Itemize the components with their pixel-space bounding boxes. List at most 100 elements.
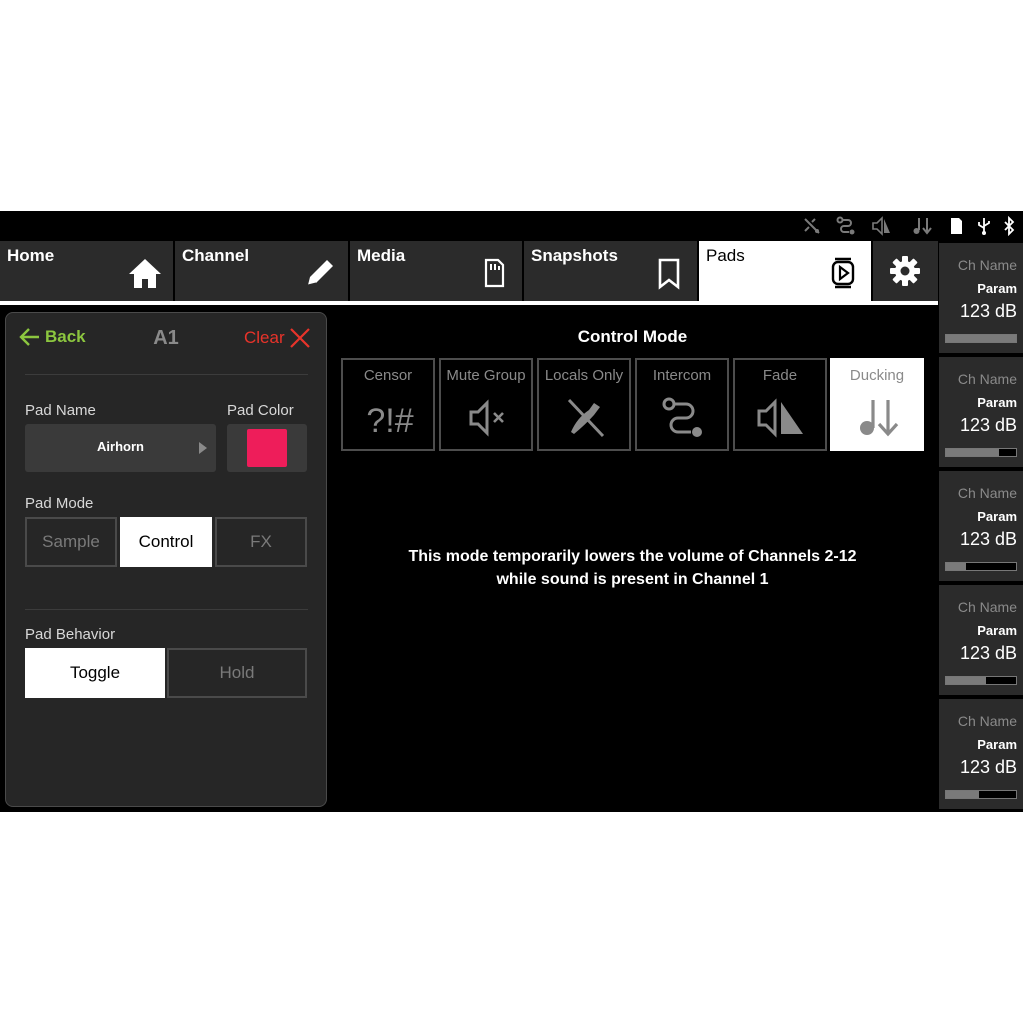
level-meter-fill [946, 563, 966, 570]
channel-param: Param [977, 509, 1017, 524]
tab-snapshots-label: Snapshots [531, 246, 618, 265]
mode-mute-group[interactable]: Mute Group [439, 358, 533, 451]
level-meter [945, 790, 1017, 799]
tab-channel-label: Channel [182, 246, 250, 265]
pad-mode-sample[interactable]: Sample [25, 517, 117, 567]
tab-home[interactable]: Home [0, 241, 173, 301]
main-nav: Home Channel Media Snapshots Pads [0, 241, 938, 305]
usb-icon [978, 218, 990, 235]
channel-param: Param [977, 395, 1017, 410]
pad-color-picker[interactable] [227, 424, 307, 472]
tab-media-label: Media [357, 246, 406, 265]
intercom-icon [836, 216, 855, 235]
pad-color-label: Pad Color [227, 402, 294, 419]
channel-strip[interactable]: Ch Name Param 123 dB [939, 243, 1023, 353]
close-icon [289, 328, 310, 348]
channel-param: Param [977, 281, 1017, 296]
tab-pads-label: Pads [706, 246, 745, 265]
sd-card-icon [484, 258, 505, 288]
pad-behavior-toggle[interactable]: Toggle [25, 648, 165, 698]
channel-name: Ch Name [957, 599, 1017, 615]
device-screen: Home Channel Media Snapshots Pads Back A… [0, 211, 1023, 812]
mode-intercom-label: Intercom [652, 367, 712, 384]
mode-fade[interactable]: Fade [733, 358, 827, 451]
channel-value: 123 dB [959, 757, 1017, 777]
level-meter [945, 448, 1017, 457]
mode-fade-label: Fade [762, 367, 798, 384]
tab-channel[interactable]: Channel [175, 241, 348, 301]
pad-name-label: Pad Name [25, 402, 96, 419]
channel-param: Param [977, 623, 1017, 638]
pad-mode-control[interactable]: Control [120, 517, 212, 567]
mode-censor[interactable]: Censor ?!# [341, 358, 435, 451]
mode-ducking[interactable]: Ducking [830, 358, 924, 451]
pad-name-value: Airhorn [97, 439, 144, 454]
control-mode-title: Control Mode [577, 327, 688, 346]
pad-mode-fx[interactable]: FX [215, 517, 307, 567]
level-meter-fill [946, 791, 979, 798]
intercom-icon [662, 397, 702, 437]
pad-behavior-label: Pad Behavior [25, 626, 116, 643]
mute-icon [469, 399, 504, 437]
tab-snapshots[interactable]: Snapshots [524, 241, 697, 301]
channel-value: 123 dB [959, 301, 1017, 321]
ducking-icon [913, 218, 932, 235]
clear-label: Clear [244, 328, 285, 347]
gear-icon [890, 256, 920, 286]
mode-locals-only[interactable]: Locals Only [537, 358, 631, 451]
channel-strip[interactable]: Ch Name Param 123 dB [939, 357, 1023, 467]
channel-strip[interactable]: Ch Name Param 123 dB [939, 471, 1023, 581]
bluetooth-icon [1004, 216, 1015, 236]
mode-mute-group-label: Mute Group [446, 367, 526, 384]
channel-name: Ch Name [957, 371, 1017, 387]
channel-strip[interactable]: Ch Name Param 123 dB [939, 585, 1023, 695]
description-line-1: This mode temporarily lowers the volume … [408, 548, 857, 565]
pencil-icon [307, 260, 333, 286]
level-meter-fill [946, 449, 1000, 456]
bookmark-icon [658, 258, 680, 290]
level-meter-fill [946, 677, 986, 684]
channel-name: Ch Name [957, 713, 1017, 729]
pad-color-swatch [247, 429, 287, 467]
pad-behavior-hold[interactable]: Hold [167, 648, 307, 698]
pad-name-field[interactable]: Airhorn [25, 424, 216, 472]
status-bar [0, 211, 1023, 241]
locals-only-icon [567, 398, 605, 438]
channel-value: 123 dB [959, 643, 1017, 663]
home-icon [129, 259, 161, 288]
tab-media[interactable]: Media [350, 241, 522, 301]
divider [25, 609, 308, 610]
mode-intercom[interactable]: Intercom [635, 358, 729, 451]
fade-icon [757, 398, 803, 438]
ducking-icon [860, 400, 899, 437]
divider [25, 374, 308, 375]
tab-pads[interactable]: Pads [699, 241, 871, 301]
channel-strip[interactable]: Ch Name Param 123 dB [939, 699, 1023, 809]
description-line-2: while sound is present in Channel 1 [496, 571, 769, 588]
intercom-muted-icon [804, 218, 820, 234]
caret-right-icon [199, 442, 207, 454]
nav-underline [0, 301, 938, 305]
channel-value: 123 dB [959, 529, 1017, 549]
sd-card-icon [951, 218, 962, 234]
settings-button[interactable] [873, 241, 938, 301]
mode-locals-only-label: Locals Only [544, 367, 624, 384]
level-meter [945, 562, 1017, 571]
level-meter-fill [946, 335, 1016, 342]
channel-name: Ch Name [957, 485, 1017, 501]
pad-settings-panel: Back A1 Clear Pad Name Pad Color Airhorn… [5, 312, 327, 807]
mode-censor-label: Censor [363, 367, 413, 384]
channel-param: Param [977, 737, 1017, 752]
channel-value: 123 dB [959, 415, 1017, 435]
mode-ducking-label: Ducking [849, 367, 905, 384]
channel-name: Ch Name [957, 257, 1017, 273]
mode-description: This mode temporarily lowers the volume … [340, 545, 925, 591]
level-meter [945, 676, 1017, 685]
svg-text:?!#: ?!# [366, 402, 413, 440]
clear-button[interactable]: Clear [244, 327, 311, 349]
pad-mode-label: Pad Mode [25, 495, 94, 512]
tab-home-label: Home [7, 246, 55, 265]
censor-icon: ?!# [366, 402, 413, 440]
pad-play-icon [831, 257, 855, 289]
fade-icon [872, 216, 890, 236]
